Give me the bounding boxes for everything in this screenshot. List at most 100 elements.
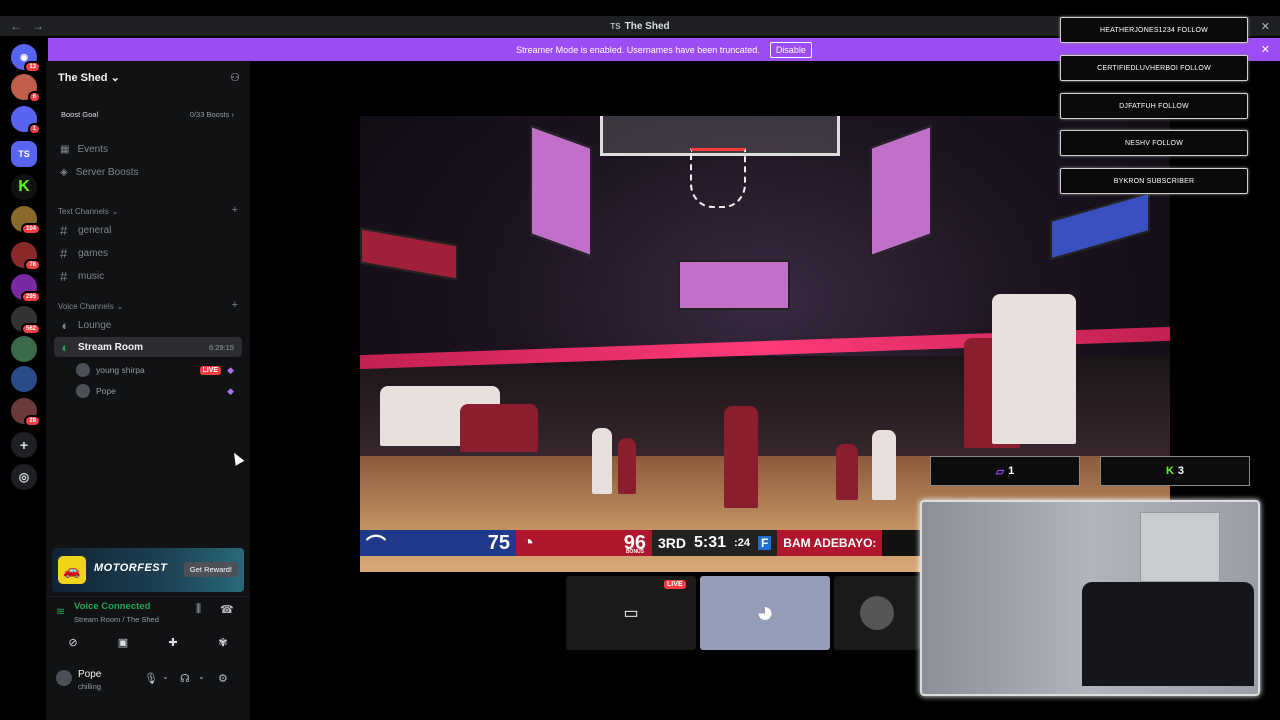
avatar	[76, 363, 90, 377]
create-channel-icon[interactable]: +	[232, 204, 238, 216]
hash-icon: #	[60, 268, 68, 284]
heat-logo-icon: ◔	[522, 531, 535, 554]
channel-games[interactable]: # games	[54, 243, 242, 263]
wizards-logo-icon: ⌒	[366, 534, 386, 557]
channel-name: music	[78, 270, 105, 282]
webcam-overlay	[920, 500, 1260, 696]
microphone-icon[interactable]: 🎙	[144, 672, 158, 685]
subscriber-alert: BYKRON SUBSCRIBER	[1060, 168, 1248, 194]
team-heat: ◔ 96 BONUS	[516, 530, 652, 556]
server-icon-the-shed[interactable]: TS	[11, 141, 37, 167]
basketball-net	[690, 148, 746, 208]
unread-badge: 295	[20, 291, 41, 303]
camera-off-button[interactable]: ⊘	[52, 631, 94, 653]
username[interactable]: Pope	[78, 669, 101, 680]
dismiss-banner-icon[interactable]: ✕	[1261, 43, 1270, 56]
add-server-icon[interactable]: +	[11, 432, 37, 458]
follow-alert: DJFATFUH FOLLOW	[1060, 93, 1248, 119]
window-title-text: The Shed	[624, 20, 670, 32]
user-status: chilling	[78, 682, 101, 691]
server-icon[interactable]: 78	[11, 242, 41, 271]
soundboard-button[interactable]: ✾	[202, 631, 244, 653]
server-icon[interactable]: 1	[11, 106, 41, 135]
avatar[interactable]	[56, 670, 72, 686]
unread-badge: 6	[27, 91, 41, 103]
unread-badge: 28	[24, 415, 41, 427]
game-promo-card[interactable]: 🚗 MOTORFEST Get Reward!	[52, 548, 244, 592]
member-name: Pope	[96, 386, 116, 396]
server-rail: ◉ 13 6 1 TS K 104 78 295 562 28 + ◎	[0, 36, 46, 720]
unread-badge: 104	[20, 223, 41, 235]
soundboard-icon: ✾	[218, 636, 228, 649]
voice-member[interactable]: young shirpa LIVE ◆	[76, 361, 242, 379]
disconnect-icon[interactable]: ☎	[220, 603, 234, 616]
background-door	[1140, 512, 1220, 582]
noise-suppression-icon[interactable]: ⫼	[196, 603, 201, 616]
server-icon[interactable]: 104	[11, 206, 41, 235]
server-icon[interactable]: 28	[11, 398, 41, 427]
speaker-icon: ◖	[60, 317, 68, 333]
channel-timer: 6:29:15	[208, 342, 234, 352]
voice-channel-stream-room[interactable]: ◖ Stream Room 6:29:15	[54, 337, 242, 357]
unread-badge: 78	[24, 259, 41, 271]
twitch-icon: ▱	[995, 465, 1005, 478]
invite-people-icon[interactable]: ⚇	[230, 71, 240, 84]
twitch-viewer-counter: ▱ 1	[930, 456, 1080, 486]
viewer-count: 3	[1177, 465, 1185, 477]
server-icon[interactable]	[11, 366, 37, 392]
discord-logo-icon: ◕	[755, 596, 775, 629]
get-reward-button[interactable]: Get Reward!	[183, 562, 238, 577]
chevron-down-icon[interactable]: ⌄	[198, 672, 205, 681]
server-name-header[interactable]: The Shed ⌄	[58, 71, 120, 84]
channel-general[interactable]: # general	[54, 220, 242, 240]
text-channels-category[interactable]: Text Channels ⌄	[58, 207, 118, 216]
promo-title: MOTORFEST	[94, 562, 168, 574]
chevron-down-icon: ⌄	[110, 72, 120, 84]
channel-music[interactable]: # music	[54, 266, 242, 286]
server-icon[interactable]: 6	[11, 74, 41, 103]
shot-clock: :24	[734, 537, 750, 549]
voice-channels-category[interactable]: Voice Channels ⌄	[58, 302, 123, 311]
network-logo-icon: F	[757, 536, 772, 550]
activities-button[interactable]: ✚	[152, 631, 194, 653]
headphones-icon[interactable]: ☊	[180, 672, 190, 685]
server-icon[interactable]: 295	[11, 274, 41, 303]
discover-icon[interactable]: ◎	[11, 464, 37, 490]
user-thumbnail[interactable]: ◕	[700, 576, 830, 650]
server-initials: TS	[18, 149, 30, 159]
close-window-icon[interactable]: ✕	[1261, 20, 1270, 33]
kick-icon: K	[1165, 465, 1174, 477]
car-icon: 🚗	[58, 556, 86, 584]
stat-ticker: BAM ADEBAYO:	[777, 530, 883, 556]
player-figure	[592, 428, 612, 494]
server-boosts-link[interactable]: ◈ Server Boosts	[60, 167, 139, 178]
user-thumbnail[interactable]	[834, 576, 920, 650]
events-link[interactable]: ▦ Events	[60, 144, 108, 155]
viewer-count: 1	[1008, 465, 1015, 477]
server-icon[interactable]: 562	[11, 306, 41, 335]
voice-location: Stream Room / The Shed	[74, 615, 159, 624]
unread-badge: 13	[24, 61, 41, 73]
chevron-down-icon: ⌄	[116, 302, 124, 311]
disable-streamer-mode-button[interactable]: Disable	[769, 41, 812, 58]
voice-channel-lounge[interactable]: ◖ Lounge	[54, 315, 242, 335]
voice-member[interactable]: Pope ◆	[76, 382, 242, 400]
voice-status[interactable]: Voice Connected	[74, 601, 150, 612]
camera-off-icon: ⊘	[68, 636, 78, 649]
signal-icon[interactable]: ≋	[56, 605, 65, 618]
share-screen-button[interactable]: ▣	[102, 631, 144, 653]
create-channel-icon[interactable]: +	[232, 299, 238, 311]
direct-messages-button[interactable]: ◉ 13	[11, 44, 41, 73]
activity-icon: ◆	[227, 364, 234, 375]
user-panel: Pope chilling 🎙 ⌄ ☊ ⌄ ⚙	[46, 660, 250, 700]
chevron-down-icon[interactable]: ⌄	[162, 672, 169, 681]
boost-goal-bar[interactable]: Boost Goal 0/33 Boosts ›	[54, 104, 242, 124]
server-icon[interactable]	[11, 336, 37, 362]
channel-name: general	[78, 224, 112, 236]
alert-text: DJFATFUH FOLLOW	[1119, 102, 1189, 110]
follow-alert: CERTIFIEDLUVHERBOI FOLLOW	[1060, 55, 1248, 81]
boost-goal-label: Boost Goal	[61, 109, 99, 119]
server-icon[interactable]: K	[11, 174, 37, 200]
server-initials: TS	[610, 21, 621, 31]
settings-gear-icon[interactable]: ⚙	[218, 672, 228, 685]
